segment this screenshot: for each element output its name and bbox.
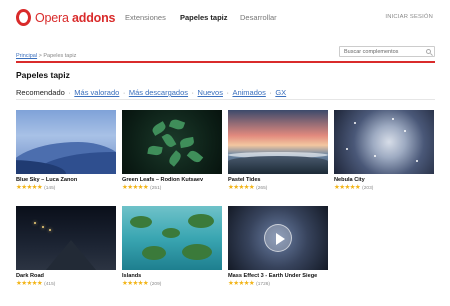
wallpaper-title[interactable]: Dark Road: [16, 273, 116, 279]
wallpaper-card-pastel-tides[interactable]: Pastel Tides ★★★★★ (265): [228, 110, 328, 192]
wallpaper-thumbnail[interactable]: [228, 110, 328, 174]
rating-count: (209): [150, 281, 162, 287]
tab-animados[interactable]: Animados: [232, 88, 265, 97]
rating: ★★★★★ (209): [122, 280, 222, 288]
nav-desarrollar[interactable]: Desarrollar: [240, 13, 277, 22]
star-rating-icon: ★★★★★: [16, 184, 43, 191]
tab-mas-valorado[interactable]: Más valorado: [74, 88, 119, 97]
star-rating-icon: ★★★★★: [228, 280, 255, 287]
top-bar: Opera addons Extensiones Papeles tapiz D…: [0, 0, 450, 36]
tab-nuevos[interactable]: Nuevos: [198, 88, 223, 97]
search-input[interactable]: Buscar complementos: [339, 46, 435, 57]
rating-count: (1726): [256, 281, 271, 287]
rating-count: (265): [256, 185, 268, 191]
tab-gx[interactable]: GX: [275, 88, 286, 97]
tab-mas-descargados[interactable]: Más descargados: [129, 88, 188, 97]
breadcrumb-current: Papeles tapiz: [43, 53, 77, 59]
rating: ★★★★★ (145): [16, 184, 116, 192]
opera-logo-icon: [16, 9, 31, 26]
wallpaper-card-nebula-city[interactable]: Nebula City ★★★★★ (203): [334, 110, 434, 192]
wallpaper-thumbnail[interactable]: [16, 110, 116, 174]
nav-papeles-tapiz[interactable]: Papeles tapiz: [180, 13, 228, 22]
star-rating-icon: ★★★★★: [122, 280, 149, 287]
wallpaper-title[interactable]: Pastel Tides: [228, 177, 328, 183]
star-rating-icon: ★★★★★: [228, 184, 255, 191]
star-rating-icon: ★★★★★: [334, 184, 361, 191]
nav-extensiones[interactable]: Extensiones: [125, 13, 166, 22]
rating: ★★★★★ (203): [334, 184, 434, 192]
tab-recomendado[interactable]: Recomendado: [16, 88, 65, 97]
breadcrumb-home-link[interactable]: Principal: [16, 53, 37, 59]
wallpaper-title[interactable]: Mass Effect 3 - Earth Under Siege: [228, 273, 328, 279]
wallpaper-title[interactable]: Green Leafs – Rodion Kutsaev: [122, 177, 222, 183]
wallpaper-thumbnail[interactable]: [16, 206, 116, 270]
wallpaper-card-dark-road[interactable]: Dark Road ★★★★★ (415): [16, 206, 116, 288]
breadcrumb: Principal > Papeles tapiz: [16, 53, 77, 59]
search-icon[interactable]: [426, 49, 431, 54]
wallpaper-title[interactable]: Blue Sky – Luca Zanon: [16, 177, 116, 183]
rating-count: (415): [44, 281, 56, 287]
rating-count: (203): [362, 185, 374, 191]
wallpaper-thumbnail[interactable]: [334, 110, 434, 174]
header-divider: [16, 61, 435, 63]
rating: ★★★★★ (251): [122, 184, 222, 192]
login-link[interactable]: INICIAR SESIÓN: [385, 14, 433, 20]
opera-addons-logo[interactable]: Opera addons: [16, 9, 115, 26]
wallpaper-card-mass-effect[interactable]: Mass Effect 3 - Earth Under Siege ★★★★★ …: [228, 206, 328, 288]
rating: ★★★★★ (1726): [228, 280, 328, 288]
tabs-divider: [16, 99, 435, 100]
wallpaper-title[interactable]: Nebula City: [334, 177, 434, 183]
wallpaper-card-green-leafs[interactable]: Green Leafs – Rodion Kutsaev ★★★★★ (251): [122, 110, 222, 192]
wallpaper-title[interactable]: Islands: [122, 273, 222, 279]
page-title: Papeles tapiz: [16, 70, 70, 80]
rating-count: (145): [44, 185, 56, 191]
wallpaper-thumbnail[interactable]: [228, 206, 328, 270]
star-rating-icon: ★★★★★: [122, 184, 149, 191]
category-tabs: Recomendado · Más valorado · Más descarg…: [16, 88, 287, 97]
wallpaper-card-blue-sky[interactable]: Blue Sky – Luca Zanon ★★★★★ (145): [16, 110, 116, 192]
wallpaper-card-islands[interactable]: Islands ★★★★★ (209): [122, 206, 222, 288]
rating: ★★★★★ (265): [228, 184, 328, 192]
logo-text: Opera addons: [35, 10, 116, 25]
rating-count: (251): [150, 185, 162, 191]
wallpaper-thumbnail[interactable]: [122, 110, 222, 174]
wallpaper-thumbnail[interactable]: [122, 206, 222, 270]
play-icon[interactable]: [264, 224, 292, 252]
rating: ★★★★★ (415): [16, 280, 116, 288]
star-rating-icon: ★★★★★: [16, 280, 43, 287]
search-placeholder: Buscar complementos: [344, 48, 399, 55]
